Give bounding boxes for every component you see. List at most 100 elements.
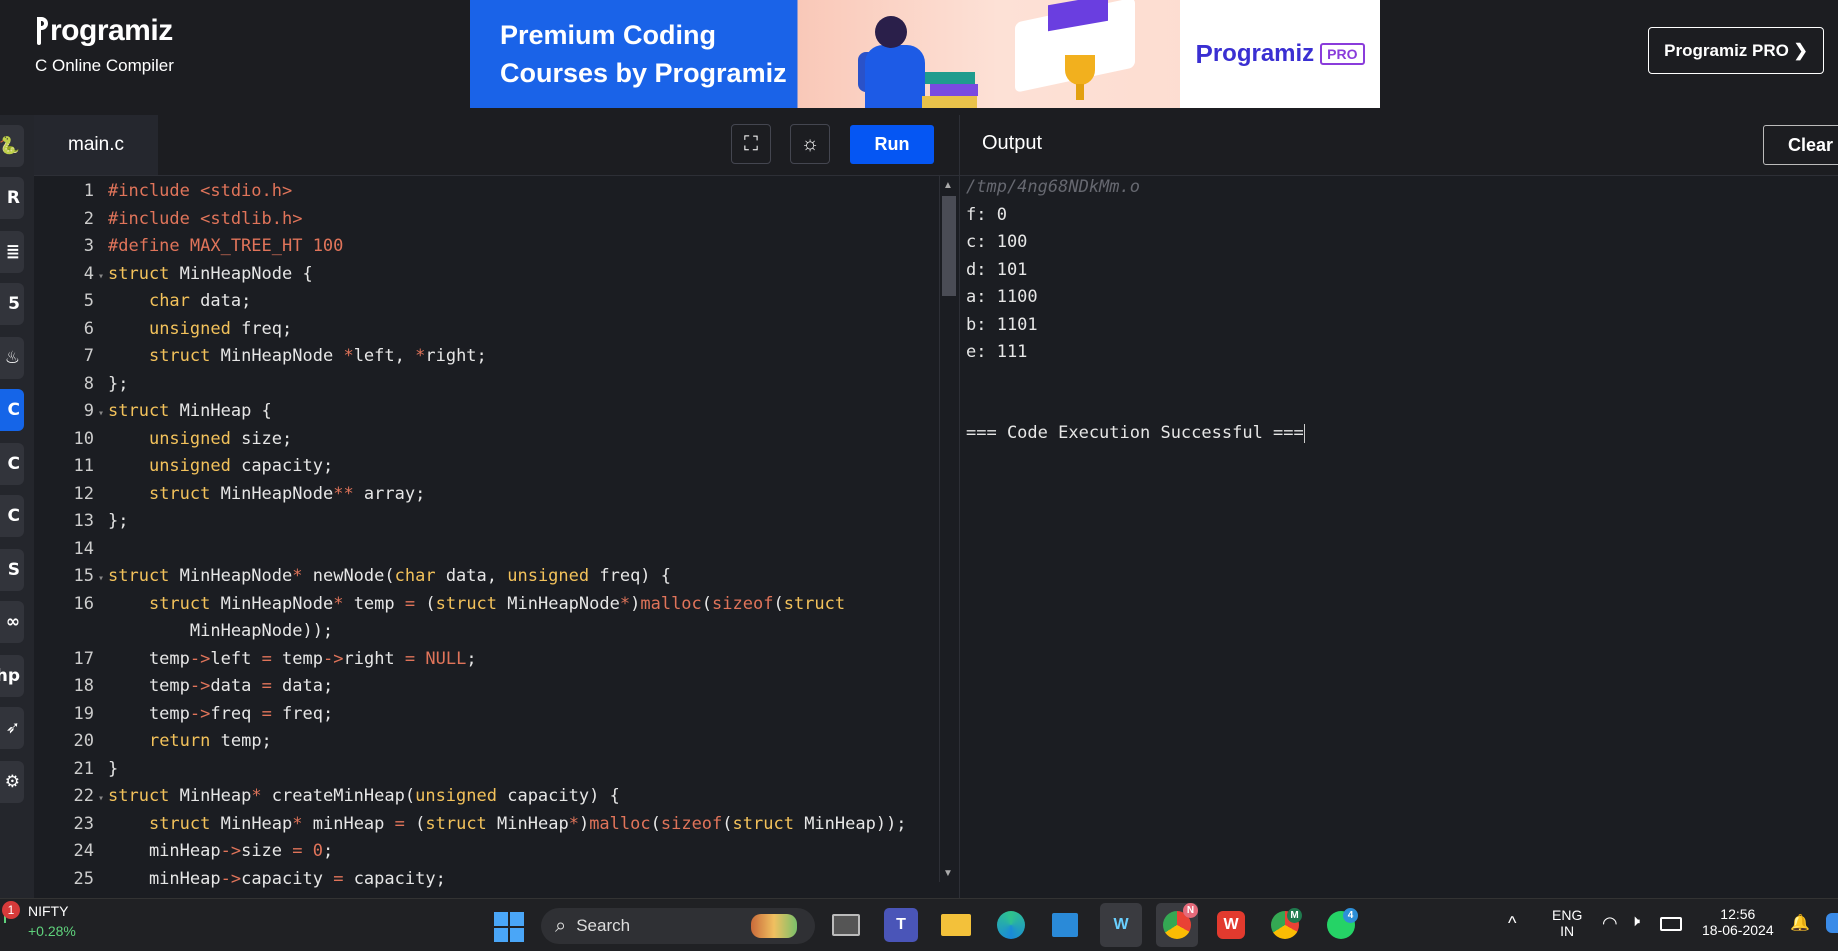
code-line[interactable]: MinHeapNode)); <box>34 618 333 644</box>
code-text: }; <box>108 511 129 531</box>
line-number: 9 <box>83 401 94 421</box>
rust-icon[interactable]: ⚙ <box>0 761 24 803</box>
windows-start-icon[interactable] <box>494 912 524 942</box>
java-icon[interactable]: ♨ <box>0 337 24 379</box>
code-line[interactable]: 23 struct MinHeap* minHeap = (struct Min… <box>34 811 907 837</box>
python-icon[interactable]: 🐍 <box>0 125 24 167</box>
fold-gutter <box>94 456 108 482</box>
code-line[interactable]: 25 minHeap->capacity = capacity; <box>34 866 446 892</box>
swift-icon[interactable]: ➶ <box>0 707 24 749</box>
clock[interactable]: 12:56 18-06-2024 <box>1702 906 1774 938</box>
code-line[interactable]: 19 temp->freq = freq; <box>34 701 334 727</box>
language-indicator[interactable]: ENG IN <box>1552 907 1582 939</box>
code-line[interactable]: 12 struct MinHeapNode** array; <box>34 481 426 507</box>
battery-icon[interactable] <box>1660 917 1682 931</box>
theme-toggle-button[interactable]: ☼ <box>790 124 830 164</box>
illustration-book-icon <box>922 96 977 108</box>
code-line[interactable]: 17 temp->left = temp->right = NULL; <box>34 646 477 672</box>
copilot-icon[interactable] <box>1826 913 1838 933</box>
nifty-widget[interactable]: 1 NIFTY +0.28% <box>0 899 100 951</box>
output-line: a: 1100 <box>966 287 1038 308</box>
file-tab-main-c[interactable]: main.c <box>34 115 158 175</box>
fold-gutter <box>94 209 108 235</box>
cpp-icon[interactable]: C <box>0 443 24 485</box>
code-text: return temp; <box>148 731 272 751</box>
code-line[interactable]: 22 ▾ struct MinHeap* createMinHeap(unsigne… <box>34 783 620 809</box>
line-number: 4 <box>83 263 94 284</box>
wifi-icon[interactable]: ◠ <box>1602 913 1618 934</box>
line-number: 1 <box>83 181 94 201</box>
code-line[interactable]: 5 char data; <box>34 288 252 317</box>
microsoft-store-icon[interactable] <box>1048 908 1082 942</box>
line-number: 3 <box>83 236 94 256</box>
code-line[interactable]: 18 temp->data = data; <box>34 673 334 699</box>
wps-office-icon[interactable]: W <box>1214 908 1248 942</box>
code-line[interactable]: 11 unsigned capacity; <box>34 453 334 482</box>
nifty-label: NIFTY <box>28 903 69 919</box>
webex-icon[interactable]: W <box>1100 903 1142 947</box>
code-line[interactable]: 2 #include <stdlib.h> <box>34 206 303 235</box>
illustration-person-icon <box>865 45 925 108</box>
fold-gutter <box>94 346 108 372</box>
go-icon[interactable]: ∞ <box>0 601 24 643</box>
php-icon[interactable]: hp <box>0 655 24 697</box>
edge-icon[interactable] <box>994 908 1028 942</box>
html-icon[interactable]: 5 <box>0 283 24 325</box>
file-explorer-icon[interactable] <box>939 908 973 942</box>
fold-arrow-icon[interactable]: ▾ <box>94 401 108 427</box>
code-line[interactable]: 9 ▾ struct MinHeap { <box>34 398 272 424</box>
promo-banner[interactable]: Premium Coding Courses by Programiz Prog… <box>470 0 1380 108</box>
r-icon[interactable]: R <box>0 177 24 219</box>
code-line[interactable]: 7 struct MinHeapNode *left, *right; <box>34 343 487 369</box>
code-line[interactable]: 15 ▾ struct MinHeapNode* newNode(char data… <box>34 563 672 592</box>
output-line: c: 100 <box>966 232 1028 253</box>
whatsapp-icon[interactable]: 4 <box>1324 908 1358 942</box>
code-line[interactable]: 8 }; <box>34 371 129 397</box>
code-text: minHeap->capacity = capacity; <box>108 868 446 889</box>
text-cursor <box>1303 423 1305 443</box>
fold-arrow-icon[interactable]: ▾ <box>94 566 108 592</box>
code-line[interactable]: 16 struct MinHeapNode* temp = (struct Mi… <box>34 591 846 617</box>
code-line[interactable]: 4 ▾ struct MinHeapNode { <box>34 261 313 287</box>
volume-muted-icon[interactable]: 🕨 <box>1630 913 1640 931</box>
code-line[interactable]: 20 return temp; <box>34 728 272 754</box>
programiz-pro-button[interactable]: Programiz PRO ❯ <box>1648 27 1824 74</box>
show-hidden-icons-icon[interactable]: ^ <box>1508 913 1516 934</box>
code-line[interactable]: 14 <box>34 536 108 562</box>
clear-button[interactable]: Clear <box>1763 125 1838 165</box>
fold-arrow-icon[interactable]: ▾ <box>94 786 108 812</box>
output-console[interactable]: /tmp/4ng68NDkMm.o f: 0 c: 100 d: 101 a: 110… <box>966 176 1838 898</box>
code-line[interactable]: 13 }; <box>34 508 129 534</box>
teams-icon[interactable]: T <box>884 908 918 942</box>
pane-divider[interactable] <box>959 115 960 898</box>
editor-scrollbar-thumb[interactable] <box>942 196 956 296</box>
language-sidebar: 🐍 R ≣ 5 ♨ C C C S ∞ hp ➶ ⚙ <box>0 115 35 898</box>
taskbar-search[interactable]: ⌕ Search <box>541 908 815 944</box>
code-line[interactable]: 1 #include <stdio.h> <box>34 178 292 204</box>
code-line[interactable]: 3 #define MAX_TREE_HT 100 <box>34 233 344 259</box>
sql-icon[interactable]: ≣ <box>0 231 24 273</box>
js-icon[interactable]: S <box>0 549 24 591</box>
csharp-icon[interactable]: C <box>0 495 24 537</box>
scroll-up-icon[interactable]: ▲ <box>943 180 953 191</box>
code-line[interactable]: 10 unsigned size; <box>34 426 293 452</box>
task-view-icon[interactable] <box>829 908 863 942</box>
logo[interactable]: rogramiz C Online Compiler <box>35 14 174 76</box>
code-editor[interactable]: 1 #include <stdio.h> 2 #include <stdlib.h… <box>34 176 939 898</box>
logo-text: rogramiz <box>35 14 174 48</box>
chrome-icon[interactable]: N <box>1156 903 1198 947</box>
search-icon: ⌕ <box>555 914 567 937</box>
logo-word: rogramiz <box>50 14 173 47</box>
chrome-profile-2-icon[interactable]: M <box>1268 908 1302 942</box>
scroll-down-icon[interactable]: ▼ <box>943 868 953 879</box>
c-icon[interactable]: C <box>0 389 24 431</box>
code-line[interactable]: 6 unsigned freq; <box>34 316 293 342</box>
fold-gutter <box>94 291 108 317</box>
code-line[interactable]: 24 minHeap->size = 0; <box>34 838 334 864</box>
whatsapp-badge: 4 <box>1343 908 1358 923</box>
code-line[interactable]: 21 } <box>34 756 119 782</box>
run-button[interactable]: Run <box>850 125 934 164</box>
fold-arrow-icon[interactable]: ▾ <box>94 264 108 290</box>
fullscreen-button[interactable]: ⛶ <box>731 124 771 164</box>
notification-bell-icon[interactable]: 🔔 <box>1790 913 1810 933</box>
